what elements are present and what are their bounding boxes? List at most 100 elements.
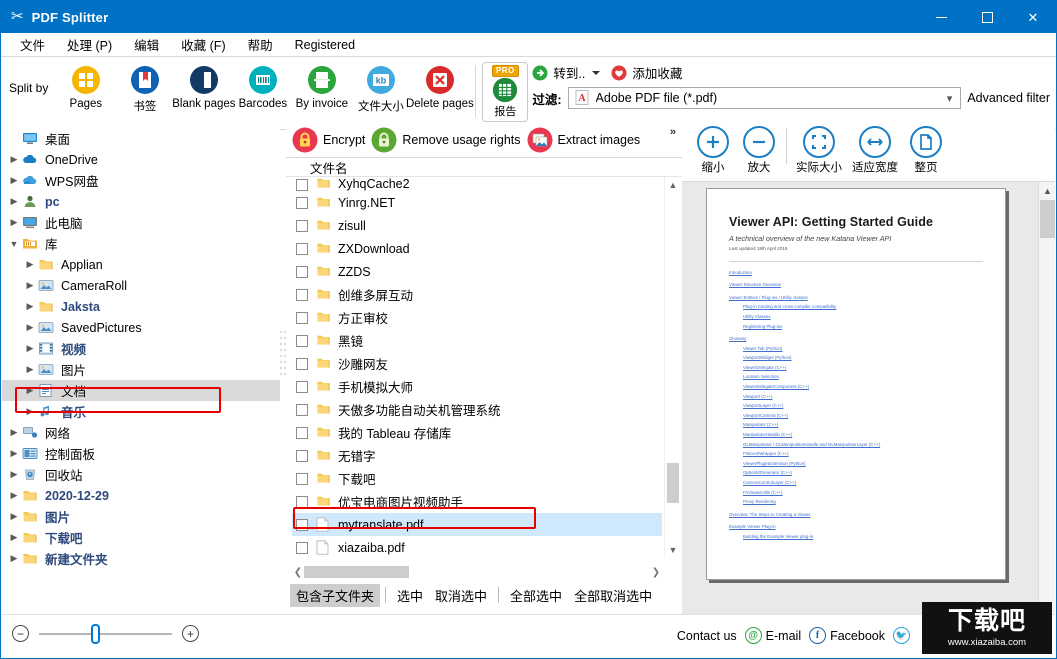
tree-item-OneDrive[interactable]: ▶OneDrive xyxy=(2,149,280,170)
toc-link[interactable]: Location Selection xyxy=(743,375,983,379)
collapse-arrow-icon[interactable]: ▶ xyxy=(6,490,22,501)
file-list-row[interactable]: mytranslate.pdf xyxy=(292,513,662,536)
split-by-filesize-button[interactable]: kb 文件大小 xyxy=(351,63,410,116)
preview-vertical-scrollbar[interactable]: ▲ ▼ xyxy=(1038,182,1055,614)
scrollbar-thumb[interactable] xyxy=(1040,200,1055,238)
split-by-pages-button[interactable]: Pages xyxy=(56,63,115,112)
file-list[interactable]: XyhqCache2Yinrg.NETzisullZXDownloadZZDS创… xyxy=(292,177,662,558)
file-list-vertical-scrollbar[interactable]: ▲ ▼ xyxy=(664,177,680,558)
zoom-in-button[interactable]: 放大 xyxy=(736,126,782,175)
expand-arrow-icon[interactable]: ▼ xyxy=(6,239,22,249)
contact-us-label[interactable]: Contact us xyxy=(677,629,737,643)
file-checkbox[interactable] xyxy=(296,496,308,508)
toc-link[interactable]: Building the Example Viewer plug-in xyxy=(743,535,983,539)
collapse-arrow-icon[interactable]: ▶ xyxy=(6,175,22,186)
remove-usage-rights-button[interactable]: Remove usage rights xyxy=(371,127,520,153)
maximize-button[interactable] xyxy=(964,1,1010,33)
zoom-slider-thumb[interactable] xyxy=(91,624,100,644)
zoom-slider-track[interactable] xyxy=(39,633,172,635)
report-button[interactable]: PRO 报告 xyxy=(482,62,528,122)
file-checkbox[interactable] xyxy=(296,381,308,393)
file-list-row[interactable]: 沙雕网友 xyxy=(292,352,662,375)
minimize-button[interactable] xyxy=(918,1,964,33)
menu-registered[interactable]: Registered xyxy=(286,36,364,54)
toc-link[interactable]: ManipulatorHandle (C++) xyxy=(743,433,983,437)
scroll-down-icon[interactable]: ▼ xyxy=(665,542,681,558)
toc-link[interactable]: GLManipulator / GLManipulatorHandle and … xyxy=(743,443,983,447)
toc-link[interactable]: Manipulator (C++) xyxy=(743,423,983,427)
tree-item-Applian[interactable]: ▶Applian xyxy=(2,254,280,275)
file-list-row[interactable]: ZXDownload xyxy=(292,237,662,260)
collapse-arrow-icon[interactable]: ▶ xyxy=(6,154,22,165)
file-checkbox[interactable] xyxy=(296,289,308,301)
toc-link[interactable]: Proxy Rendering xyxy=(743,500,983,504)
tree-item-Jaksta[interactable]: ▶Jaksta xyxy=(2,296,280,317)
split-by-bookmarks-button[interactable]: 书签 xyxy=(115,63,174,116)
menu-favorites[interactable]: 收藏 (F) xyxy=(172,33,234,56)
tree-item-库[interactable]: ▼库 xyxy=(2,233,280,254)
deselect-button[interactable]: 取消选中 xyxy=(429,584,493,607)
delete-pages-button[interactable]: Delete pages xyxy=(410,63,469,112)
whole-page-button[interactable]: 整页 xyxy=(903,126,949,175)
file-list-row[interactable]: 天傲多功能自动关机管理系统 xyxy=(292,398,662,421)
file-list-row[interactable]: XyhqCache2 xyxy=(292,177,662,191)
select-all-button[interactable]: 全部选中 xyxy=(504,584,568,607)
toc-link[interactable]: Example Viewer Plug-in xyxy=(729,525,983,529)
tree-item-SavedPictures[interactable]: ▶SavedPictures xyxy=(2,317,280,338)
tree-item-图片[interactable]: ▶图片 xyxy=(2,359,280,380)
overflow-chevrons-icon[interactable]: » xyxy=(670,126,676,138)
actual-size-button[interactable]: 实际大小 xyxy=(791,126,847,175)
menu-process[interactable]: 处理 (P) xyxy=(58,33,121,56)
scrollbar-thumb[interactable] xyxy=(667,463,679,503)
toc-link[interactable]: ViewerDelegate (C++) xyxy=(743,366,983,370)
file-list-row[interactable]: 手机模拟大师 xyxy=(292,375,662,398)
select-button[interactable]: 选中 xyxy=(391,584,429,607)
collapse-arrow-icon[interactable]: ▶ xyxy=(6,511,22,522)
file-checkbox[interactable] xyxy=(296,220,308,232)
tree-item-CameraRoll[interactable]: ▶CameraRoll xyxy=(2,275,280,296)
collapse-arrow-icon[interactable]: ▶ xyxy=(6,217,22,228)
collapse-arrow-icon[interactable]: ▶ xyxy=(22,385,38,396)
toc-link[interactable]: ViewportWidget (Python) xyxy=(743,356,983,360)
menu-file[interactable]: 文件 xyxy=(11,33,54,56)
file-checkbox[interactable] xyxy=(296,312,308,324)
file-list-horizontal-scrollbar[interactable]: ❮ ❯ xyxy=(292,564,662,580)
file-checkbox[interactable] xyxy=(296,197,308,209)
deselect-all-button[interactable]: 全部取消选中 xyxy=(568,584,658,607)
toc-link[interactable]: Utility Classes xyxy=(743,315,983,319)
split-by-blank-pages-button[interactable]: Blank pages xyxy=(174,63,233,112)
tree-item-此电脑[interactable]: ▶此电脑 xyxy=(2,212,280,233)
tree-item-图片[interactable]: ▶图片 xyxy=(2,506,280,527)
collapse-arrow-icon[interactable]: ▶ xyxy=(22,343,38,354)
split-by-invoice-button[interactable]: By invoice xyxy=(292,63,351,112)
collapse-arrow-icon[interactable]: ▶ xyxy=(22,406,38,417)
zoom-out-icon[interactable]: − xyxy=(12,625,29,642)
close-button[interactable]: ✕ xyxy=(1010,1,1056,33)
file-checkbox[interactable] xyxy=(296,427,308,439)
menu-help[interactable]: 帮助 xyxy=(239,33,282,56)
file-list-row[interactable]: 方正审校 xyxy=(292,306,662,329)
file-list-row[interactable]: 优宝电商图片视频助手 xyxy=(292,490,662,513)
collapse-arrow-icon[interactable]: ▶ xyxy=(6,196,22,207)
tree-item-新建文件夹[interactable]: ▶新建文件夹 xyxy=(2,548,280,569)
collapse-arrow-icon[interactable]: ▶ xyxy=(22,364,38,375)
filter-combobox[interactable]: A Adobe PDF file (*.pdf) ▾ xyxy=(568,87,962,109)
collapse-arrow-icon[interactable]: ▶ xyxy=(22,322,38,333)
file-list-row[interactable]: 创维多屏互动 xyxy=(292,283,662,306)
toc-link[interactable]: Viewer Tab (Python) xyxy=(743,347,983,351)
file-checkbox[interactable] xyxy=(296,519,308,531)
toc-link[interactable]: CameraControlLayer (C++) xyxy=(743,481,983,485)
toc-link[interactable]: Introduction xyxy=(729,271,983,275)
scroll-right-icon[interactable]: ❯ xyxy=(650,567,662,578)
file-checkbox[interactable] xyxy=(296,542,308,554)
extract-images-button[interactable]: Extract images xyxy=(527,127,641,153)
advanced-filter-link[interactable]: Advanced filter xyxy=(967,91,1056,105)
zoom-in-icon[interactable]: + xyxy=(182,625,199,642)
hscroll-track[interactable] xyxy=(304,566,650,578)
file-checkbox[interactable] xyxy=(296,243,308,255)
tree-item-WPS网盘[interactable]: ▶WPS网盘 xyxy=(2,170,280,191)
encrypt-button[interactable]: Encrypt xyxy=(292,127,365,153)
chevron-down-icon[interactable] xyxy=(592,71,600,75)
file-list-row[interactable]: 黑镜 xyxy=(292,329,662,352)
toc-link[interactable]: FnEventWrapper (C++) xyxy=(743,452,983,456)
